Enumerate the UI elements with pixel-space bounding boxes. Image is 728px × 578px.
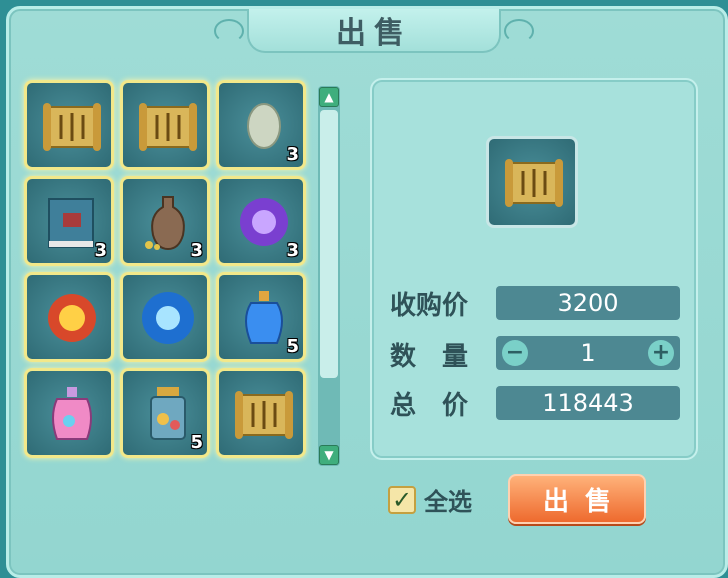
inventory-slot[interactable]: 3 xyxy=(216,80,306,170)
inventory-slot[interactable]: 5 xyxy=(120,368,210,458)
select-all[interactable]: ✓ 全选 xyxy=(388,482,472,517)
fire-amulet-icon xyxy=(48,294,96,342)
inventory-grid: 3 3 3 3 5 5 xyxy=(24,80,316,466)
quantity-stepper: − 1 + xyxy=(496,336,680,370)
select-all-label: 全选 xyxy=(424,488,472,516)
selected-item-slot xyxy=(486,136,578,228)
item-count: 5 xyxy=(190,432,203,453)
inventory-slot[interactable] xyxy=(24,368,114,458)
scroll-up-button[interactable]: ▲ xyxy=(319,87,339,107)
total-value: 118443 xyxy=(496,386,680,420)
scroll-icon xyxy=(43,103,101,151)
sell-button[interactable]: 出售 xyxy=(508,474,646,524)
plus-button[interactable]: + xyxy=(648,340,674,366)
scroll-thumb[interactable] xyxy=(320,110,338,378)
inventory-slot[interactable] xyxy=(216,368,306,458)
ornament-right xyxy=(504,19,534,43)
inventory-slot[interactable]: 3 xyxy=(120,176,210,266)
quantity-value[interactable]: 1 xyxy=(580,339,595,367)
inventory-slot[interactable] xyxy=(120,80,210,170)
dialog-title: 出售 xyxy=(336,16,412,51)
inventory-slot[interactable]: 3 xyxy=(24,176,114,266)
quantity-label: 数 量 xyxy=(390,342,469,372)
item-count: 5 xyxy=(286,336,299,357)
scroll-down-button[interactable]: ▼ xyxy=(319,445,339,465)
item-count: 3 xyxy=(286,240,299,261)
title-tab: 出售 xyxy=(247,9,501,53)
blue-gem-icon xyxy=(142,292,194,344)
inventory-scrollbar[interactable]: ▲ ▼ xyxy=(318,86,340,466)
item-count: 3 xyxy=(286,144,299,165)
inventory-slot[interactable] xyxy=(24,272,114,362)
item-count: 3 xyxy=(190,240,203,261)
rainbow-potion-icon xyxy=(52,387,92,440)
scroll-icon xyxy=(505,159,563,207)
item-detail-panel: 收购价 3200 数 量 − 1 + 总 价 118443 xyxy=(370,78,698,460)
inventory-slot[interactable]: 3 xyxy=(216,176,306,266)
scroll-icon xyxy=(235,391,293,439)
minus-button[interactable]: − xyxy=(502,340,528,366)
purchase-price-label: 收购价 xyxy=(390,291,469,321)
total-label: 总 价 xyxy=(390,391,469,421)
item-count: 3 xyxy=(94,240,107,261)
inventory-slot[interactable] xyxy=(24,80,114,170)
inventory-slot[interactable] xyxy=(120,272,210,362)
ornament-left xyxy=(214,19,244,43)
scroll-icon xyxy=(139,103,197,151)
select-all-checkbox[interactable]: ✓ xyxy=(388,485,416,514)
purchase-price-value: 3200 xyxy=(496,286,680,320)
inventory-slot[interactable]: 5 xyxy=(216,272,306,362)
